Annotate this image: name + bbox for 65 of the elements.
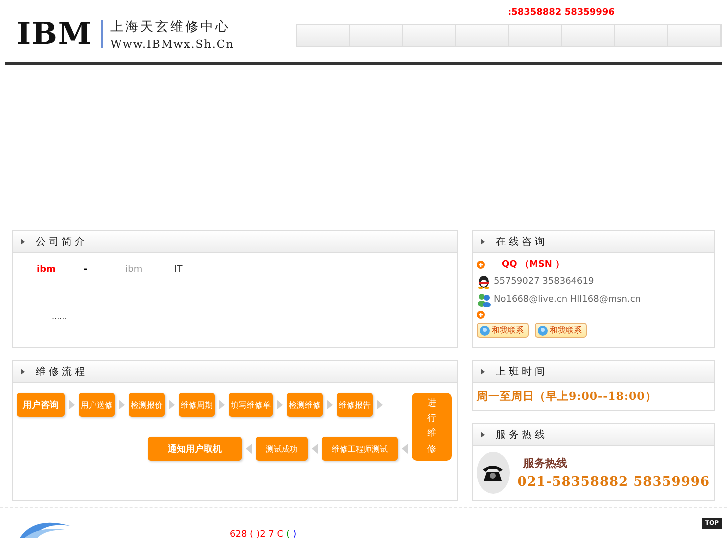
contact-heading: QQ （MSN ） — [502, 259, 565, 272]
bullet-icon — [481, 238, 485, 245]
more-text: ...... — [52, 312, 68, 322]
nav-tab[interactable] — [456, 25, 509, 46]
intro-text: IT — [174, 265, 183, 276]
arrow-icon — [327, 400, 333, 410]
hours-text: 周一至周日（早上9:00--18:00） — [476, 389, 658, 406]
panel-title: 公司简介 — [36, 236, 88, 249]
nav-tab[interactable] — [509, 25, 562, 46]
nav-tab[interactable] — [615, 25, 668, 46]
panel-title: 服务热线 — [496, 428, 548, 442]
plus-icon — [477, 311, 485, 320]
msn-accounts: No1668@live.cn Hll168@msn.cn — [494, 295, 642, 306]
bullet-icon — [481, 368, 485, 375]
site-name: 上海天玄维修中心 — [110, 18, 232, 36]
penguin-icon — [477, 275, 491, 290]
nav-tab[interactable] — [668, 25, 721, 46]
nav-tab[interactable] — [350, 25, 403, 46]
arrow-icon — [312, 444, 318, 454]
bullet-icon — [21, 238, 25, 245]
process-step: 进行维修 — [412, 393, 452, 462]
process-step: 检测维修 — [287, 393, 323, 418]
plus-icon — [477, 260, 485, 269]
phone-number: :58358882 58359996 — [508, 8, 615, 18]
hotline-numbers: 021-58358882 58359996 — [518, 475, 710, 490]
intro-text: ibm — [126, 265, 143, 276]
intro-text: - — [84, 265, 88, 276]
arrow-icon — [246, 444, 252, 454]
intro-text: ibm — [37, 265, 56, 276]
arrow-icon — [219, 400, 225, 410]
nav-tab[interactable] — [297, 25, 350, 46]
footer-text: 628 ( — [230, 530, 254, 540]
telephone-icon — [477, 452, 510, 494]
process-step: 维修工程师测试 — [322, 437, 398, 462]
nav-tab[interactable] — [562, 25, 615, 46]
process-step: 维修报告 — [337, 393, 373, 418]
process-step: 填写维修单 — [229, 393, 273, 418]
process-step: 用户咨询 — [17, 393, 65, 418]
footer-text: )2 7 C — [256, 530, 284, 540]
footer-text: ( — [286, 530, 290, 540]
bullet-icon — [21, 368, 25, 375]
contact-button[interactable]: 和我联系 — [477, 323, 529, 338]
process-step: 测试成功 — [256, 437, 308, 462]
bullet-icon — [481, 432, 485, 438]
process-step: 维修周期 — [179, 393, 215, 418]
ibm-logo: IBM — [17, 16, 93, 52]
footer-text: ) — [293, 530, 297, 540]
arrow-icon — [69, 400, 75, 410]
arrow-icon — [402, 444, 408, 454]
nav-tab[interactable] — [403, 25, 456, 46]
panel-title: 在线咨询 — [496, 236, 548, 249]
panel-title: 维修流程 — [36, 366, 88, 379]
qq-numbers: 55759027 358364619 — [494, 277, 594, 288]
process-step: 用户送修 — [79, 393, 115, 418]
panel-title: 上班时间 — [496, 366, 548, 379]
contact-button[interactable]: 和我联系 — [535, 323, 587, 338]
hotline-label: 服务热线 — [524, 456, 569, 472]
arrow-icon — [169, 400, 175, 410]
process-step: 检测报价 — [129, 393, 165, 418]
people-icon — [477, 293, 491, 308]
process-step: 通知用户取机 — [148, 437, 242, 462]
arrow-icon — [119, 400, 125, 410]
site-url: Www.IBMwx.Sh.Cn — [110, 38, 234, 51]
arrow-icon — [277, 400, 283, 410]
arrow-icon — [377, 400, 383, 410]
